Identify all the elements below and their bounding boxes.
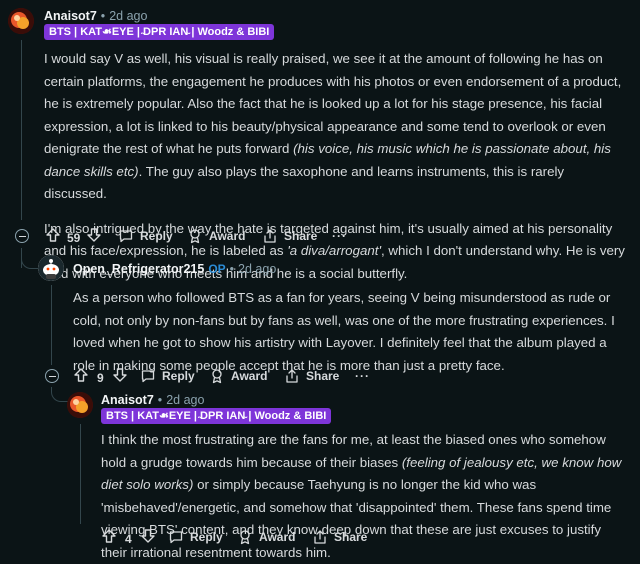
avatar-image — [8, 8, 34, 34]
reply-button[interactable]: Reply — [168, 529, 223, 545]
snoo-avatar-icon — [38, 255, 64, 281]
comment-paragraph: I would say V as well, his visual is rea… — [44, 51, 622, 201]
vote-count: 4 — [125, 531, 132, 546]
collapse-button[interactable] — [45, 369, 59, 383]
award-button[interactable]: Award — [237, 529, 295, 545]
more-options-button[interactable]: ··· — [355, 369, 370, 383]
share-button[interactable]: Share — [312, 529, 367, 545]
comment-username[interactable]: Anaisot7 — [101, 393, 154, 407]
thread-line[interactable] — [51, 285, 52, 365]
comment-paragraph: As a person who followed BTS as a fan fo… — [73, 290, 615, 373]
upvote-icon[interactable] — [45, 227, 61, 248]
comment-username[interactable]: Open_Refrigerator215 — [73, 262, 204, 276]
separator-dot: • — [157, 393, 163, 407]
award-icon — [190, 229, 200, 244]
collapse-button[interactable] — [15, 229, 29, 243]
reply-icon — [119, 230, 133, 243]
user-flair: BTS | KAT☙EYE | ̴DPR IAN̴ | Woodz & BIBI — [101, 408, 332, 424]
thread-connector — [51, 387, 68, 402]
vote-count: 9 — [97, 370, 104, 385]
share-button[interactable]: Share — [284, 368, 339, 384]
award-button[interactable]: Award — [187, 228, 245, 244]
more-options-button[interactable]: ··· — [332, 229, 347, 243]
share-icon — [314, 530, 326, 544]
reply-icon — [169, 531, 183, 544]
award-button[interactable]: Award — [209, 368, 267, 384]
thread-line[interactable] — [80, 424, 81, 524]
separator-dot: • — [100, 9, 106, 23]
share-button[interactable]: Share — [262, 228, 317, 244]
comment-body: As a person who followed BTS as a fan fo… — [73, 287, 629, 377]
avatar[interactable] — [8, 8, 34, 34]
separator-dot: • — [229, 262, 235, 276]
user-flair: BTS | KAT☙EYE | ̴DPR IAN̴ | Woodz & BIBI — [44, 24, 275, 40]
upvote-icon[interactable] — [73, 367, 89, 388]
downvote-icon[interactable] — [140, 528, 156, 549]
avatar-image — [67, 392, 93, 418]
award-icon — [212, 369, 222, 384]
avatar[interactable] — [38, 255, 64, 281]
reply-icon — [141, 370, 155, 383]
comment-timestamp: 2d ago — [238, 262, 277, 276]
downvote-icon[interactable] — [86, 227, 102, 248]
comment-username[interactable]: Anaisot7 — [44, 9, 97, 23]
comment-timestamp: 2d ago — [166, 393, 205, 407]
reply-button[interactable]: Reply — [140, 368, 195, 384]
thread-connector — [21, 256, 38, 269]
vote-count: 59 — [67, 230, 81, 245]
award-icon — [240, 530, 250, 545]
downvote-icon[interactable] — [112, 367, 128, 388]
share-icon — [264, 229, 276, 243]
comment-timestamp: 2d ago — [109, 9, 148, 23]
op-badge: OP — [208, 262, 226, 276]
reply-button[interactable]: Reply — [118, 228, 173, 244]
avatar[interactable] — [67, 392, 93, 418]
comment-body: I would say V as well, his visual is rea… — [44, 48, 630, 285]
share-icon — [286, 369, 298, 383]
upvote-icon[interactable] — [101, 528, 117, 549]
thread-line[interactable] — [21, 40, 22, 220]
